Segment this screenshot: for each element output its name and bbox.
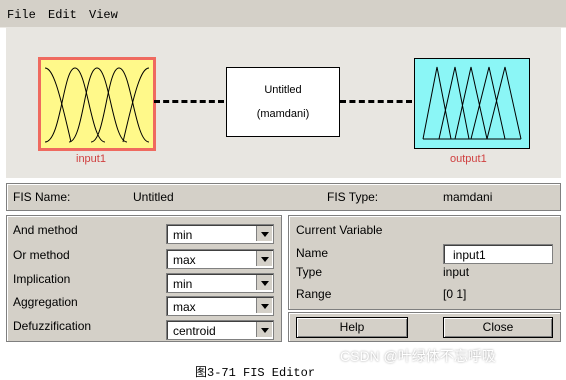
fis-name-label: FIS Name: bbox=[13, 190, 71, 204]
system-name: Untitled bbox=[264, 84, 302, 96]
implication-value: min bbox=[173, 277, 193, 291]
and-method-label: And method bbox=[13, 223, 78, 237]
variable-range-value: [0 1] bbox=[443, 287, 467, 301]
defuzzification-select[interactable]: centroid bbox=[166, 320, 274, 340]
variable-name-label: Name bbox=[296, 246, 329, 260]
input-variable-label: input1 bbox=[76, 153, 106, 165]
current-variable-panel: Current Variable Name input1 Type input … bbox=[288, 215, 561, 310]
or-method-value: max bbox=[173, 253, 196, 267]
figure-caption: 图3-71 FIS Editor bbox=[195, 366, 316, 380]
menu-view[interactable]: View bbox=[89, 8, 118, 22]
variable-type-label: Type bbox=[296, 265, 323, 279]
input-connector bbox=[154, 100, 224, 103]
and-method-value: min bbox=[173, 228, 193, 242]
fis-system-box[interactable]: Untitled (mamdani) bbox=[226, 67, 340, 137]
and-method-select[interactable]: min bbox=[166, 224, 274, 244]
current-variable-title: Current Variable bbox=[296, 223, 383, 237]
chevron-down-icon bbox=[256, 275, 272, 290]
output-membership-functions-icon bbox=[422, 66, 522, 140]
variable-name-value: input1 bbox=[453, 248, 486, 262]
chevron-down-icon bbox=[256, 251, 272, 266]
buttons-panel: Help Close bbox=[288, 312, 561, 342]
variable-type-value: input bbox=[443, 265, 470, 279]
input-variable-box[interactable] bbox=[38, 57, 156, 151]
help-button[interactable]: Help bbox=[296, 317, 408, 338]
aggregation-select[interactable]: max bbox=[166, 296, 274, 316]
chevron-down-icon bbox=[256, 226, 272, 241]
or-method-label: Or method bbox=[13, 248, 70, 262]
output-variable-box[interactable] bbox=[414, 58, 530, 149]
fis-type-value: mamdani bbox=[443, 190, 493, 204]
watermark: CSDN @叶绿体不忘呼吸 bbox=[340, 348, 496, 364]
close-button[interactable]: Close bbox=[443, 317, 553, 338]
fis-type-label: FIS Type: bbox=[327, 190, 379, 204]
system-type: (mamdani) bbox=[256, 108, 310, 120]
fis-info-bar: FIS Name: Untitled FIS Type: mamdani bbox=[6, 183, 561, 211]
aggregation-value: max bbox=[173, 300, 196, 314]
menu-bar: File Edit View bbox=[0, 0, 566, 28]
fis-name-value: Untitled bbox=[133, 190, 174, 204]
variable-name-input[interactable]: input1 bbox=[443, 244, 553, 264]
menu-edit[interactable]: Edit bbox=[48, 8, 77, 22]
input-membership-functions-icon bbox=[44, 67, 150, 143]
or-method-select[interactable]: max bbox=[166, 249, 274, 269]
chevron-down-icon bbox=[256, 298, 272, 313]
output-connector bbox=[340, 100, 412, 103]
output-variable-label: output1 bbox=[450, 153, 487, 165]
variable-range-label: Range bbox=[296, 287, 332, 301]
menu-file[interactable]: File bbox=[7, 8, 36, 22]
defuzzification-value: centroid bbox=[173, 324, 216, 338]
methods-panel: And method min Or method max Implication… bbox=[6, 215, 282, 342]
implication-label: Implication bbox=[13, 272, 71, 286]
implication-select[interactable]: min bbox=[166, 273, 274, 293]
chevron-down-icon bbox=[256, 322, 272, 337]
fis-diagram: input1 Untitled (mamdani) output1 bbox=[6, 27, 561, 178]
defuzzification-label: Defuzzification bbox=[13, 319, 92, 333]
aggregation-label: Aggregation bbox=[13, 295, 78, 309]
